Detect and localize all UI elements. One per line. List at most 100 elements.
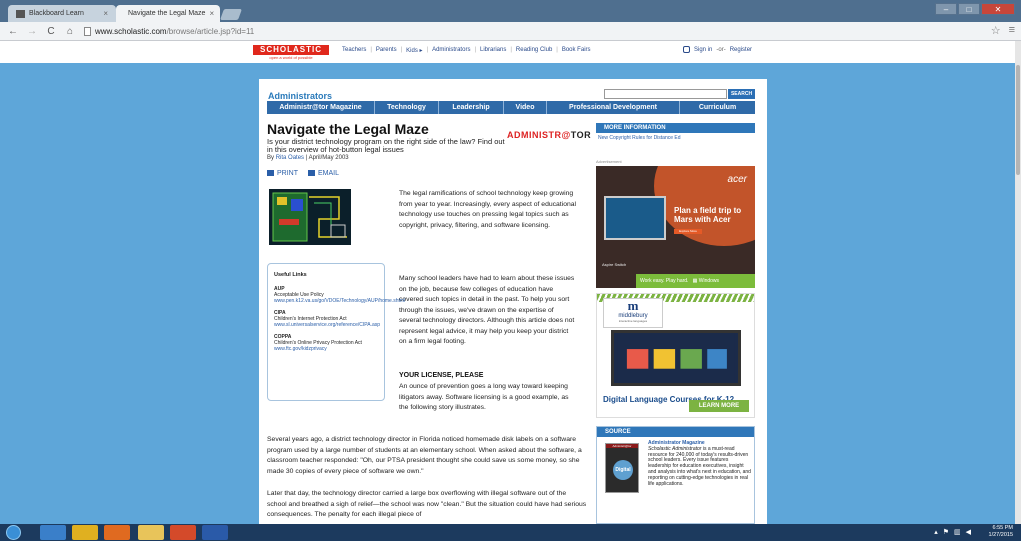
word-taskbar-icon[interactable] <box>202 525 228 540</box>
useful-link[interactable]: www.pen.k12.va.us/go/VDOE/Technology/AUP… <box>274 298 405 304</box>
close-tab-icon[interactable]: × <box>103 9 108 18</box>
menu-icon[interactable]: ≡ <box>1009 24 1015 37</box>
nav-administrators[interactable]: Administrators <box>432 47 470 54</box>
magazine-cover-image[interactable]: Administr@tor Digital <box>605 443 639 493</box>
address-bar: ← → C ⌂ www.scholastic.com/browse/articl… <box>0 22 1021 41</box>
article-subheading: YOUR LICENSE, PLEASE <box>399 372 484 379</box>
laptop-image <box>604 196 666 240</box>
content-panel: Administrators SEARCH Administr@tor Maga… <box>259 79 767 524</box>
window-controls: – □ ✕ <box>935 3 1015 15</box>
article-paragraph: The legal ramifications of school techno… <box>399 190 577 229</box>
network-icon[interactable]: ▥ <box>954 528 961 536</box>
article-paragraph: Several years ago, a district technology… <box>267 436 582 475</box>
page-scrollbar[interactable] <box>1015 41 1021 524</box>
url-field[interactable]: www.scholastic.com/browse/article.jsp?id… <box>84 26 255 36</box>
nav-reading-club[interactable]: Reading Club <box>516 47 552 54</box>
print-link[interactable]: PRINT <box>267 170 298 177</box>
print-icon <box>267 170 274 177</box>
section-title[interactable]: Administrators <box>268 91 332 101</box>
article-title: Navigate the Legal Maze <box>267 121 429 137</box>
nav-parents[interactable]: Parents <box>376 47 397 54</box>
nav-librarians[interactable]: Librarians <box>480 47 506 54</box>
tray-arrow-icon[interactable]: ▴ <box>934 528 938 536</box>
minimize-button[interactable]: – <box>935 3 957 15</box>
acer-tagline-bar: Work easy. Play hard. ▦ Windows <box>636 274 755 288</box>
more-information-heading: MORE INFORMATION <box>596 123 755 133</box>
acer-ad[interactable]: acer Plan a field trip to Mars with Acer… <box>596 166 755 288</box>
administrator-magazine-logo: ADMINISTR@TOR <box>507 130 592 140</box>
section-nav-magazine[interactable]: Administr@tor Magazine <box>267 101 375 114</box>
home-icon[interactable]: ⌂ <box>64 26 76 37</box>
scrollbar-thumb[interactable] <box>1016 65 1020 175</box>
article-paragraph: Later that day, the technology director … <box>267 490 587 518</box>
reload-icon[interactable]: C <box>45 26 57 37</box>
section-nav: Administr@tor Magazine Technology Leader… <box>267 101 755 114</box>
tab-blackboard[interactable]: Blackboard Learn × <box>8 5 116 22</box>
flag-icon[interactable]: ⚑ <box>943 528 949 536</box>
tab-navigate-legal-maze[interactable]: Navigate the Legal Maze × <box>116 5 220 22</box>
back-arrow-icon[interactable]: ← <box>7 26 19 37</box>
advertisement-label: Advertisement <box>596 159 622 164</box>
acer-logo: acer <box>727 174 747 185</box>
url-path: /browse/article.jsp?id=11 <box>166 26 255 36</box>
nav-kids[interactable]: Kids ▸ <box>406 47 422 54</box>
signin-area: Sign in -or- Register <box>683 46 752 53</box>
new-tab-button[interactable] <box>219 9 243 20</box>
more-information-box: MORE INFORMATION New Copyright Rules for… <box>596 123 755 143</box>
signin-link[interactable]: Sign in <box>694 47 712 53</box>
article-date: | April/May 2003 <box>305 155 349 161</box>
url-host: www.scholastic.com <box>95 26 167 36</box>
media-taskbar-icon[interactable] <box>170 525 196 540</box>
firefox-taskbar-icon[interactable] <box>104 525 130 540</box>
tab-label: Blackboard Learn <box>29 10 84 17</box>
maximize-button[interactable]: □ <box>958 3 980 15</box>
section-nav-leadership[interactable]: Leadership <box>439 101 504 114</box>
source-description: Administrator Magazine Scholastic Admini… <box>648 440 751 487</box>
nav-teachers[interactable]: Teachers <box>342 47 366 54</box>
start-button[interactable] <box>6 525 21 540</box>
search-button[interactable]: SEARCH <box>728 89 755 99</box>
section-nav-curriculum[interactable]: Curriculum <box>680 101 755 114</box>
email-link[interactable]: EMAIL <box>308 170 339 177</box>
close-window-button[interactable]: ✕ <box>981 3 1015 15</box>
tab-label: Navigate the Legal Maze <box>128 10 206 17</box>
logo-text: SCHOLASTIC <box>253 45 329 55</box>
section-nav-professional-development[interactable]: Professional Development <box>547 101 680 114</box>
volume-icon[interactable]: ◀ <box>966 528 971 536</box>
register-link[interactable]: Register <box>730 47 752 53</box>
search-input[interactable] <box>604 89 727 99</box>
site-header: SCHOLASTIC open a world of possible Teac… <box>0 41 1015 63</box>
ie-taskbar-icon[interactable] <box>40 525 66 540</box>
aspire-switch-label: Aspire Switch <box>602 262 627 267</box>
email-icon <box>308 170 315 177</box>
chrome-taskbar-icon[interactable] <box>72 525 98 540</box>
source-heading: SOURCE <box>597 427 754 437</box>
explorer-taskbar-icon[interactable] <box>138 525 164 540</box>
scholastic-logo[interactable]: SCHOLASTIC open a world of possible <box>253 45 329 60</box>
acer-headline: Plan a field trip to Mars with Acer <box>674 206 742 224</box>
author-link[interactable]: Rita Oates <box>276 155 304 161</box>
middlebury-ad[interactable]: m middlebury interactive languages Digit… <box>596 293 755 418</box>
circuit-board-image <box>269 189 351 245</box>
explore-more-button[interactable]: Explore More <box>674 229 702 234</box>
article-subtitle: Is your district technology program on t… <box>267 137 505 154</box>
source-box: SOURCE Administr@tor Digital Administrat… <box>596 426 755 524</box>
section-nav-video[interactable]: Video <box>504 101 547 114</box>
useful-link-group: AUP Acceptable Use Policy www.pen.k12.va… <box>274 286 406 304</box>
bookmark-star-icon[interactable]: ☆ <box>991 24 1001 37</box>
article-paragraph: An ounce of prevention goes a long way t… <box>399 383 569 411</box>
windows-taskbar: ▴ ⚑ ▥ ◀ 6:55 PM 1/27/2015 <box>0 524 1021 541</box>
useful-links-heading: Useful Links <box>274 272 307 278</box>
clock[interactable]: 6:55 PM 1/27/2015 <box>989 525 1013 539</box>
blackboard-favicon-icon <box>16 9 25 18</box>
windows-logo-icon: ▦ <box>692 278 698 284</box>
section-nav-technology[interactable]: Technology <box>375 101 439 114</box>
useful-link[interactable]: www.ftc.gov/kidzprivacy <box>274 346 378 352</box>
close-tab-icon[interactable]: × <box>209 9 214 18</box>
useful-link[interactable]: www.sl.universalservice.org/reference/CI… <box>274 322 380 328</box>
nav-book-fairs[interactable]: Book Fairs <box>562 47 591 54</box>
more-information-link[interactable]: New Copyright Rules for Distance Ed <box>596 133 755 143</box>
learn-more-button[interactable]: LEARN MORE <box>689 400 749 412</box>
byline: By Rita Oates | April/May 2003 <box>267 155 349 161</box>
forward-arrow-icon[interactable]: → <box>26 26 38 37</box>
